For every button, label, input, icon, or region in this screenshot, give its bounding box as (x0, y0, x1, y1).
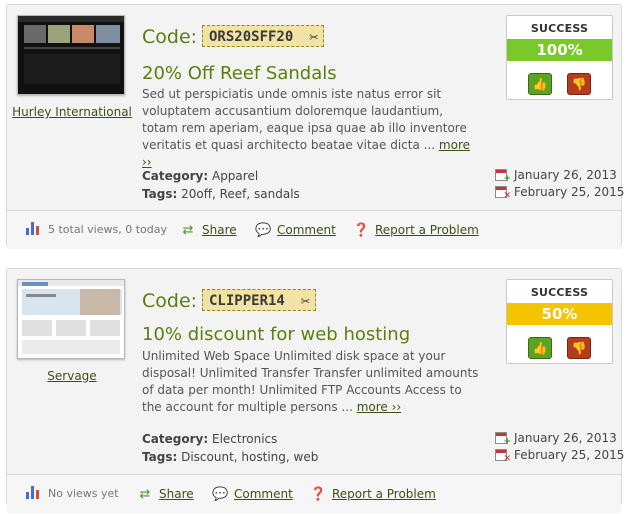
speech-bubble-icon: 💬 (212, 487, 229, 502)
coupon-title[interactable]: 10% discount for web hosting (142, 324, 410, 345)
thumbnail-line (24, 47, 120, 49)
comment-action[interactable]: 💬 Comment (212, 475, 293, 513)
description-text: Sed ut perspiciatis unde omnis iste natu… (142, 87, 467, 152)
views-text: No views yet (48, 487, 119, 500)
thumbnail-image (48, 25, 70, 43)
description-text: Unlimited Web Space Unlimited disk space… (142, 349, 479, 414)
report-link[interactable]: Report a Problem (332, 487, 436, 501)
views-text: 5 total views, 0 today (48, 223, 167, 236)
end-date: ✕ February 25, 2015 (495, 447, 624, 464)
bar-chart-icon (26, 486, 40, 499)
success-label: SUCCESS (530, 286, 589, 299)
coupon-card: Servage Code: CLIPPER14 ✂ 10% discount f… (6, 268, 624, 513)
category-label: Category: (142, 432, 209, 446)
tags-value[interactable]: 20off, Reef, sandals (181, 187, 300, 201)
thumbs-up-icon[interactable]: 👍 (527, 73, 552, 95)
coupon-footer: 5 total views, 0 today ⇄ Share 💬 Comment ❓… (7, 210, 621, 249)
report-link[interactable]: Report a Problem (375, 223, 479, 237)
speech-bubble-icon: 💬 (255, 223, 272, 238)
thumbs-down-icon[interactable]: 👎 (567, 337, 592, 359)
thumbnail-box (22, 320, 52, 336)
thumbnail-topbar (18, 16, 124, 22)
coupon-code[interactable]: CLIPPER14 ✂ (202, 289, 316, 311)
thumbnail-image (80, 289, 120, 315)
start-date: + January 26, 2013 (495, 167, 624, 184)
coupon-footer: No views yet ⇄ Share 💬 Comment ❓ Report a P… (7, 474, 621, 513)
scissors-icon: ✂ (309, 28, 319, 46)
coupon-dates: + January 26, 2013 ✕ February 25, 2015 (495, 167, 624, 201)
success-widget: SUCCESS 100% 👍 👎 (506, 15, 613, 100)
code-label: Code: (142, 290, 198, 312)
more-link[interactable]: more ›› (357, 400, 402, 414)
thumbnail-logo (22, 282, 48, 286)
end-date: ✕ February 25, 2015 (495, 184, 624, 201)
thumbnail-image (24, 25, 46, 43)
report-action[interactable]: ❓ Report a Problem (353, 211, 479, 249)
thumbs-down-icon[interactable]: 👎 (567, 73, 592, 95)
thumbnail-image (96, 25, 120, 43)
store-link[interactable]: Hurley International (7, 105, 137, 119)
calendar-remove-icon: ✕ (495, 186, 511, 201)
store-thumbnail[interactable] (17, 279, 125, 359)
start-date: + January 26, 2013 (495, 430, 624, 447)
code-label: Code: (142, 26, 198, 48)
tags-label: Tags: (142, 450, 178, 464)
thumbnail-content (24, 54, 120, 84)
thumbnail-box (56, 320, 86, 336)
help-circle-icon: ❓ (353, 223, 370, 238)
scissors-icon: ✂ (300, 292, 310, 310)
category-label: Category: (142, 169, 209, 183)
end-date-text: February 25, 2015 (514, 185, 625, 199)
comment-link[interactable]: Comment (277, 223, 336, 237)
coupon-code-text: ORS20SFF20 (209, 29, 294, 45)
bar-chart-icon (26, 222, 40, 235)
share-arrows-icon: ⇄ (139, 487, 151, 502)
vote-buttons: 👍 👎 (507, 73, 612, 95)
thumbs-up-icon[interactable]: 👍 (527, 337, 552, 359)
comment-link[interactable]: Comment (234, 487, 293, 501)
start-date-text: January 26, 2013 (514, 431, 617, 445)
success-percent: 50% (507, 303, 612, 325)
vote-buttons: 👍 👎 (507, 337, 612, 359)
coupon-meta: Category: Apparel Tags: 20off, Reef, san… (142, 167, 300, 203)
category-value[interactable]: Electronics (212, 432, 277, 446)
coupon-description: Sed ut perspiciatis unde omnis iste natu… (142, 86, 482, 171)
coupon-dates: + January 26, 2013 ✕ February 25, 2015 (495, 430, 624, 464)
thumbnail-line (26, 294, 56, 297)
success-label: SUCCESS (530, 22, 589, 35)
views-stat: 5 total views, 0 today (26, 211, 167, 249)
store-thumbnail[interactable] (17, 15, 125, 95)
coupon-title[interactable]: 20% Off Reef Sandals (142, 63, 337, 84)
share-link[interactable]: Share (202, 223, 237, 237)
share-link[interactable]: Share (159, 487, 194, 501)
success-percent: 100% (507, 39, 612, 61)
start-date-text: January 26, 2013 (514, 168, 617, 182)
coupon-card: Hurley International Code: ORS20SFF20 ✂ … (6, 4, 624, 249)
calendar-add-icon: + (495, 432, 511, 447)
calendar-remove-icon: ✕ (495, 449, 511, 464)
category-value[interactable]: Apparel (212, 169, 258, 183)
coupon-code-text: CLIPPER14 (209, 293, 285, 309)
tags-label: Tags: (142, 187, 178, 201)
end-date-text: February 25, 2015 (514, 448, 625, 462)
coupon-meta: Category: Electronics Tags: Discount, ho… (142, 430, 318, 466)
comment-action[interactable]: 💬 Comment (255, 211, 336, 249)
report-action[interactable]: ❓ Report a Problem (310, 475, 436, 513)
help-circle-icon: ❓ (310, 487, 327, 502)
thumbnail-image (72, 25, 94, 43)
calendar-add-icon: + (495, 169, 511, 184)
share-action[interactable]: ⇄ Share (180, 211, 237, 249)
coupon-description: Unlimited Web Space Unlimited disk space… (142, 348, 482, 416)
share-action[interactable]: ⇄ Share (137, 475, 194, 513)
coupon-code[interactable]: ORS20SFF20 ✂ (202, 25, 325, 47)
thumbnail-box (90, 320, 120, 336)
tags-value[interactable]: Discount, hosting, web (181, 450, 318, 464)
success-widget: SUCCESS 50% 👍 👎 (506, 279, 613, 364)
thumbnail-footer (22, 340, 120, 354)
store-link[interactable]: Servage (7, 369, 137, 383)
views-stat: No views yet (26, 475, 119, 513)
share-arrows-icon: ⇄ (182, 223, 194, 238)
